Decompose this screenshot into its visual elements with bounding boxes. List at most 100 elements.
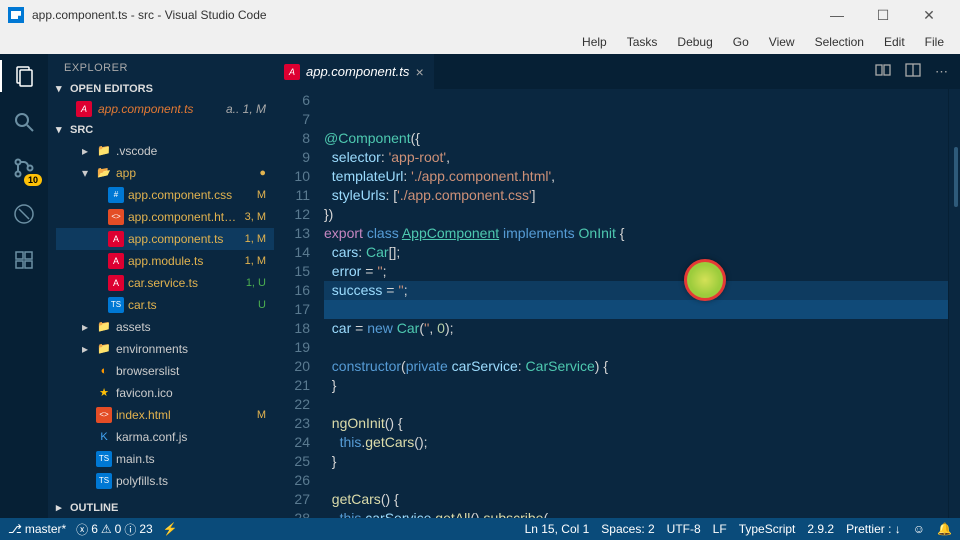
file-name: app.component.ts <box>128 229 238 249</box>
compare-icon[interactable] <box>875 62 891 81</box>
line-numbers: 6789101112131415161718192021222324252627… <box>274 89 324 518</box>
git-branch[interactable]: ⎇master* <box>8 522 66 536</box>
tab-label: app.component.ts <box>306 64 409 79</box>
open-editor-meta: a.. 1, M <box>226 102 266 116</box>
menu-selection[interactable]: Selection <box>807 33 872 51</box>
tree-item[interactable]: Kkarma.conf.js <box>56 426 274 448</box>
open-editors-label: OPEN EDITORS <box>70 83 153 95</box>
tree-item[interactable]: ◐browserslist <box>56 360 274 382</box>
outline-label: OUTLINE <box>70 502 118 514</box>
explorer-icon[interactable] <box>10 62 38 90</box>
menu-debug[interactable]: Debug <box>669 33 720 51</box>
menu-view[interactable]: View <box>761 33 803 51</box>
file-tree: ▸📁.vscode▾📂app●#app.component.cssM<>app.… <box>48 140 274 492</box>
branch-icon: ⎇ <box>8 522 22 536</box>
more-icon[interactable]: ⋯ <box>935 64 948 80</box>
outline-header[interactable]: ▸ OUTLINE <box>48 497 274 518</box>
indent[interactable]: Spaces: 2 <box>601 522 654 536</box>
bell-icon[interactable]: 🔔 <box>937 522 952 536</box>
chevron-down-icon: ▾ <box>56 82 66 95</box>
git-status: 3, M <box>242 207 266 227</box>
tree-item[interactable]: ★favicon.ico <box>56 382 274 404</box>
problems[interactable]: ⓧ6 ⚠0 ⓘ23 <box>76 521 153 538</box>
git-status: ● <box>242 163 266 183</box>
file-name: app.component.css <box>128 185 238 205</box>
git-status: M <box>242 185 266 205</box>
sidebar-title: EXPLORER <box>48 54 274 78</box>
tree-item[interactable]: Aapp.component.ts1, M <box>56 228 274 250</box>
debug-icon[interactable] <box>10 200 38 228</box>
tree-item[interactable]: <>app.component.ht…3, M <box>56 206 274 228</box>
code-area[interactable]: 6789101112131415161718192021222324252627… <box>274 89 960 518</box>
cursor-position[interactable]: Ln 15, Col 1 <box>525 522 590 536</box>
sidebar: EXPLORER ▾ OPEN EDITORS A app.component.… <box>48 54 274 518</box>
menu-help[interactable]: Help <box>574 33 615 51</box>
open-editor-name: app.component.ts <box>98 102 220 116</box>
menu-file[interactable]: File <box>917 33 952 51</box>
open-editors-header[interactable]: ▾ OPEN EDITORS <box>48 78 274 99</box>
chevron-down-icon: ▾ <box>56 123 66 136</box>
close-icon[interactable]: × <box>415 64 423 80</box>
tab-actions: ⋯ <box>875 54 960 89</box>
eol[interactable]: LF <box>713 522 727 536</box>
file-name: index.html <box>116 405 238 425</box>
file-name: assets <box>116 317 238 337</box>
file-name: favicon.ico <box>116 383 238 403</box>
workspace-label: SRC <box>70 124 93 136</box>
scrollbar[interactable] <box>954 147 958 207</box>
tree-item[interactable]: ▸📁assets <box>56 316 274 338</box>
live-icon[interactable]: ⚡ <box>163 522 178 536</box>
git-status: M <box>242 405 266 425</box>
file-name: .vscode <box>116 141 238 161</box>
prettier[interactable]: Prettier : ↓ <box>846 522 901 536</box>
menu-go[interactable]: Go <box>725 33 757 51</box>
tree-item[interactable]: <>index.htmlM <box>56 404 274 426</box>
angular-icon: A <box>76 101 92 117</box>
extensions-icon[interactable] <box>10 246 38 274</box>
file-name: car.ts <box>128 295 238 315</box>
tab-app-component[interactable]: A app.component.ts × <box>274 54 435 89</box>
file-name: car.service.ts <box>128 273 238 293</box>
chevron-right-icon: ▸ <box>56 501 66 514</box>
menubar: Help Tasks Debug Go View Selection Edit … <box>0 30 960 54</box>
close-button[interactable]: ✕ <box>906 0 952 30</box>
tree-item[interactable]: ▸📁.vscode <box>56 140 274 162</box>
code-content[interactable]: @Component({ selector: 'app-root', templ… <box>324 89 948 518</box>
chevron-icon: ▸ <box>82 141 92 161</box>
minimize-button[interactable]: — <box>814 0 860 30</box>
ts-version[interactable]: 2.9.2 <box>807 522 834 536</box>
tree-item[interactable]: ▸📁environments <box>56 338 274 360</box>
split-editor-icon[interactable] <box>905 62 921 81</box>
encoding[interactable]: UTF-8 <box>667 522 701 536</box>
chevron-icon: ▸ <box>82 339 92 359</box>
source-control-icon[interactable]: 10 <box>10 154 38 182</box>
language[interactable]: TypeScript <box>739 522 796 536</box>
maximize-button[interactable]: ☐ <box>860 0 906 30</box>
menu-tasks[interactable]: Tasks <box>619 33 666 51</box>
menu-edit[interactable]: Edit <box>876 33 913 51</box>
editor: A app.component.ts × ⋯ 67891011121314151… <box>274 54 960 518</box>
git-status: 1, M <box>242 229 266 249</box>
tree-item[interactable]: TScar.tsU <box>56 294 274 316</box>
scm-badge: 10 <box>24 174 42 186</box>
activitybar: 10 <box>0 54 48 518</box>
git-status: 1, M <box>242 251 266 271</box>
file-name: karma.conf.js <box>116 427 238 447</box>
tabs: A app.component.ts × ⋯ <box>274 54 960 89</box>
feedback-icon[interactable]: ☺ <box>913 522 925 536</box>
tree-item[interactable]: #app.component.cssM <box>56 184 274 206</box>
search-icon[interactable] <box>10 108 38 136</box>
tree-item[interactable]: Aapp.module.ts1, M <box>56 250 274 272</box>
file-name: environments <box>116 339 238 359</box>
workspace-header[interactable]: ▾ SRC <box>48 119 274 140</box>
file-name: app <box>116 163 238 183</box>
tree-item[interactable]: TSmain.ts <box>56 448 274 470</box>
open-editor-item[interactable]: A app.component.ts a.. 1, M <box>48 99 274 119</box>
tree-item[interactable]: Acar.service.ts1, U <box>56 272 274 294</box>
statusbar: ⎇master* ⓧ6 ⚠0 ⓘ23 ⚡ Ln 15, Col 1 Spaces… <box>0 518 960 540</box>
chevron-icon: ▸ <box>82 317 92 337</box>
file-name: polyfills.ts <box>116 471 238 491</box>
vscode-icon <box>8 7 24 23</box>
tree-item[interactable]: ▾📂app● <box>56 162 274 184</box>
tree-item[interactable]: TSpolyfills.ts <box>56 470 274 492</box>
